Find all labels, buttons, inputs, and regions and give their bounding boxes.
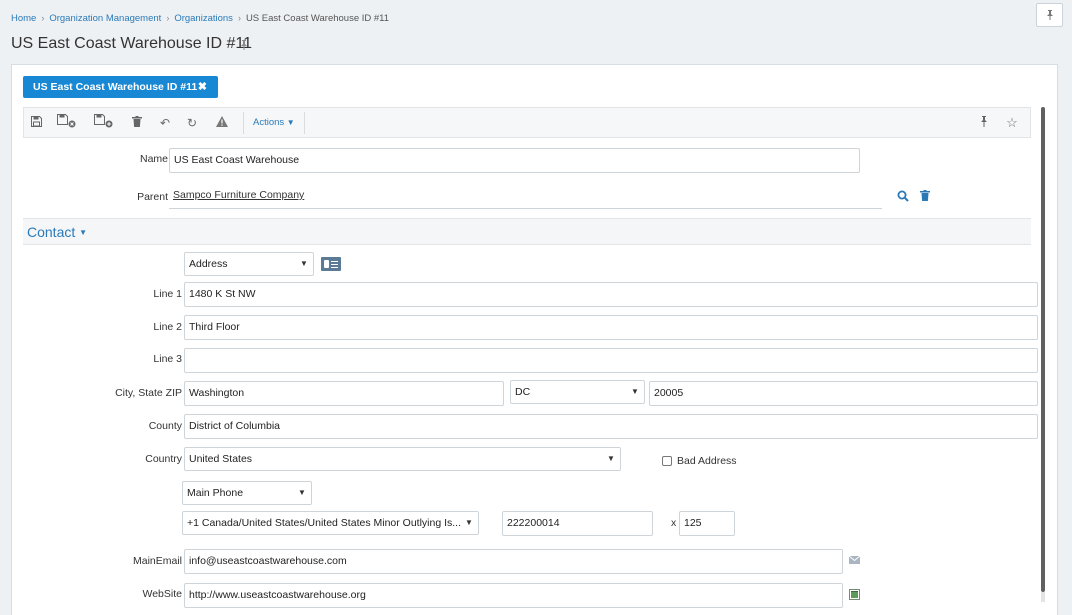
chevron-right-icon: › bbox=[41, 13, 45, 23]
pin-icon[interactable] bbox=[239, 40, 249, 50]
page-title: US East Coast Warehouse ID #11 bbox=[11, 35, 252, 52]
phone-country-select[interactable]: +1 Canada/United States/United States Mi… bbox=[182, 511, 479, 535]
phone-type-value: Main Phone bbox=[187, 487, 244, 499]
save-new-icon[interactable] bbox=[92, 114, 116, 132]
actions-menu[interactable]: Actions ▼ bbox=[253, 117, 295, 128]
zip-input[interactable]: 20005 bbox=[649, 381, 1038, 406]
toolbar: ↶ ↻ Actions ▼ ☆ bbox=[23, 107, 1031, 138]
refresh-icon[interactable]: ↻ bbox=[182, 114, 202, 132]
bad-address-label: Bad Address bbox=[677, 455, 737, 467]
state-value: DC bbox=[515, 386, 531, 398]
extension-label: x bbox=[671, 517, 677, 529]
scrollbar-thumb[interactable] bbox=[1041, 107, 1045, 592]
county-label: County bbox=[148, 420, 182, 432]
actions-menu-label: Actions bbox=[253, 117, 285, 128]
country-select[interactable]: United States ▼ bbox=[184, 447, 621, 471]
parent-label: Parent bbox=[137, 191, 168, 203]
main-email-label: MainEmail bbox=[132, 555, 182, 567]
delete-icon[interactable] bbox=[127, 114, 147, 132]
undo-icon[interactable]: ↶ bbox=[155, 114, 175, 132]
line2-label: Line 2 bbox=[153, 321, 182, 333]
phone-type-select[interactable]: Main Phone ▼ bbox=[182, 481, 312, 505]
pin-icon bbox=[1046, 10, 1053, 20]
name-input[interactable]: US East Coast Warehouse bbox=[169, 148, 860, 173]
caret-down-icon: ▼ bbox=[286, 118, 295, 127]
address-type-value: Address bbox=[189, 258, 228, 270]
city-state-zip-label: City, State ZIP bbox=[115, 387, 182, 399]
contact-section-label: Contact bbox=[27, 224, 76, 240]
country-value: United States bbox=[189, 453, 253, 465]
country-label: Country bbox=[145, 453, 182, 465]
line1-label: Line 1 bbox=[153, 288, 182, 300]
pin-icon[interactable] bbox=[974, 114, 994, 132]
caret-down-icon: ▼ bbox=[607, 454, 615, 463]
caret-down-icon: ▼ bbox=[465, 518, 473, 527]
close-icon[interactable]: ✖ bbox=[198, 76, 207, 98]
scrollbar-track[interactable] bbox=[1041, 592, 1045, 602]
contact-section-title[interactable]: Contact ▼ bbox=[27, 224, 87, 240]
city-input[interactable]: Washington bbox=[184, 381, 504, 406]
main-email-input[interactable]: info@useastcoastwarehouse.com bbox=[184, 549, 843, 574]
save-icon[interactable] bbox=[26, 114, 46, 132]
breadcrumb-home[interactable]: Home bbox=[11, 13, 36, 24]
pin-panel-button[interactable] bbox=[1036, 3, 1063, 27]
star-icon[interactable]: ☆ bbox=[1002, 114, 1022, 132]
caret-down-icon: ▼ bbox=[79, 228, 88, 237]
breadcrumb-organization-management[interactable]: Organization Management bbox=[49, 13, 161, 24]
caret-down-icon: ▼ bbox=[300, 259, 308, 268]
address-card-icon[interactable] bbox=[321, 257, 341, 271]
record-tab-label: US East Coast Warehouse ID #11 bbox=[33, 81, 198, 93]
caret-down-icon: ▼ bbox=[631, 387, 639, 396]
caret-down-icon: ▼ bbox=[298, 488, 306, 497]
website-input[interactable]: http://www.useastcoastwarehouse.org bbox=[184, 583, 843, 608]
record-tab[interactable]: US East Coast Warehouse ID #11 ✖ bbox=[23, 76, 218, 98]
breadcrumb-organizations[interactable]: Organizations bbox=[174, 13, 233, 24]
website-label: WebSite bbox=[142, 588, 183, 600]
bad-address-checkbox[interactable] bbox=[662, 456, 672, 466]
parent-field[interactable]: Sampco Furniture Company bbox=[169, 184, 882, 209]
warning-icon[interactable] bbox=[212, 114, 232, 132]
breadcrumb-current: US East Coast Warehouse ID #11 bbox=[245, 13, 390, 24]
toolbar-divider bbox=[304, 112, 305, 134]
name-label: Name bbox=[139, 153, 168, 165]
extension-input[interactable]: 125 bbox=[679, 511, 735, 536]
external-link-icon[interactable] bbox=[848, 589, 860, 600]
toolbar-divider bbox=[243, 112, 244, 134]
search-icon[interactable] bbox=[896, 190, 910, 204]
phone-country-value: +1 Canada/United States/United States Mi… bbox=[187, 517, 462, 529]
envelope-icon[interactable] bbox=[848, 555, 860, 567]
trash-icon[interactable] bbox=[919, 190, 931, 204]
chevron-right-icon: › bbox=[166, 13, 170, 23]
line3-input[interactable] bbox=[184, 348, 1038, 373]
county-input[interactable]: District of Columbia bbox=[184, 414, 1038, 439]
contact-section-header[interactable]: Contact ▼ bbox=[23, 218, 1031, 245]
save-close-icon[interactable] bbox=[55, 114, 79, 132]
chevron-right-icon: › bbox=[237, 13, 241, 23]
address-type-select[interactable]: Address ▼ bbox=[184, 252, 314, 276]
line2-input[interactable]: Third Floor bbox=[184, 315, 1038, 340]
phone-number-input[interactable]: 222200014 bbox=[502, 511, 653, 536]
breadcrumb: Home › Organization Management › Organizatio… bbox=[11, 13, 389, 24]
line1-input[interactable]: 1480 K St NW bbox=[184, 282, 1038, 307]
state-select[interactable]: DC ▼ bbox=[510, 380, 645, 404]
line3-label: Line 3 bbox=[153, 353, 182, 365]
parent-link[interactable]: Sampco Furniture Company bbox=[173, 189, 304, 201]
